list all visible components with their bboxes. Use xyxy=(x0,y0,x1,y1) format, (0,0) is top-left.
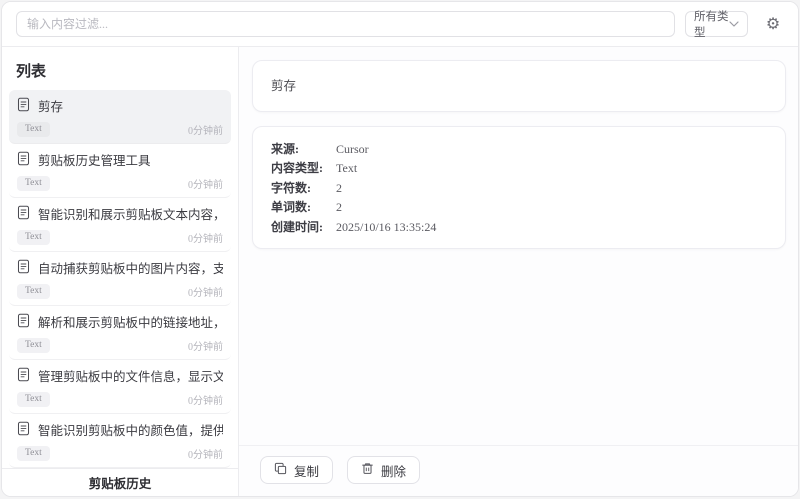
list-item-meta: Text 0分钟前 xyxy=(17,446,223,461)
list-item-meta: Text 0分钟前 xyxy=(17,338,223,353)
content-preview-text: 剪存 xyxy=(271,79,297,93)
document-icon xyxy=(17,97,30,117)
meta-value: 2 xyxy=(336,200,342,214)
clipboard-list: 剪存 Text 0分钟前 剪贴板历史管理工具 Text 0分钟前 智能识别和展示… xyxy=(2,90,238,468)
list-item-header: 剪存 xyxy=(17,97,223,117)
list-item[interactable]: 智能识别和展示剪贴板文本内容，支持… Text 0分钟前 xyxy=(9,198,231,252)
app-body: 列表 剪存 Text 0分钟前 剪贴板历史管理工具 Text 0分钟前 智能识别… xyxy=(2,47,798,496)
meta-row: 创建时间: 2025/10/16 13:35:24 xyxy=(271,218,767,236)
type-badge: Text xyxy=(17,392,50,407)
trash-icon xyxy=(361,462,374,479)
list-item-meta: Text 0分钟前 xyxy=(17,392,223,407)
list-item-meta: Text 0分钟前 xyxy=(17,230,223,245)
list-item-header: 解析和展示剪贴板中的链接地址，自动… xyxy=(17,313,223,333)
type-badge: Text xyxy=(17,176,50,191)
clipboard-manager-window: 所有类型 ⚙ 列表 剪存 Text 0分钟前 xyxy=(1,1,799,497)
document-icon xyxy=(17,151,30,171)
list-item-header: 管理剪贴板中的文件信息，显示文件大… xyxy=(17,367,223,387)
type-badge: Text xyxy=(17,284,50,299)
list-item[interactable]: 管理剪贴板中的文件信息，显示文件大… Text 0分钟前 xyxy=(9,360,231,414)
detail-panel: 剪存 来源: Cursor 内容类型: Text 字符数: 2 单词数: 2 创… xyxy=(239,47,798,496)
document-icon xyxy=(17,313,30,333)
sidebar-title: 列表 xyxy=(16,64,47,80)
item-time: 0分钟前 xyxy=(188,234,223,245)
copy-button-label: 复制 xyxy=(294,464,320,479)
meta-row: 内容类型: Text xyxy=(271,159,767,177)
type-badge: Text xyxy=(17,122,50,137)
meta-label: 创建时间: xyxy=(271,219,323,234)
list-item[interactable]: 剪贴板历史管理工具 Text 0分钟前 xyxy=(9,144,231,198)
meta-label: 单词数: xyxy=(271,200,311,214)
type-filter-select[interactable]: 所有类型 xyxy=(685,11,748,39)
sidebar: 列表 剪存 Text 0分钟前 剪贴板历史管理工具 Text 0分钟前 智能识别… xyxy=(2,47,239,496)
delete-button[interactable]: 删除 xyxy=(347,456,421,484)
type-badge: Text xyxy=(17,230,50,245)
chevron-down-icon xyxy=(729,18,739,30)
meta-label: 内容类型: xyxy=(271,161,323,175)
list-item[interactable]: 剪存 Text 0分钟前 xyxy=(9,90,231,144)
list-item-meta: Text 0分钟前 xyxy=(17,176,223,191)
list-item-header: 自动捕获剪贴板中的图片内容，支持预… xyxy=(17,259,223,279)
type-badge: Text xyxy=(17,446,50,461)
document-icon xyxy=(17,259,30,279)
item-time: 0分钟前 xyxy=(188,180,223,191)
document-icon xyxy=(17,205,30,225)
type-filter-value: 所有类型 xyxy=(694,11,729,39)
item-time: 0分钟前 xyxy=(188,342,223,353)
list-item-header: 智能识别和展示剪贴板文本内容，支持… xyxy=(17,205,223,225)
meta-value: Cursor xyxy=(336,141,369,156)
sidebar-footer-label: 剪贴板历史 xyxy=(88,477,152,491)
sidebar-footer: 剪贴板历史 xyxy=(2,468,238,496)
document-icon xyxy=(17,421,30,441)
type-badge: Text xyxy=(17,338,50,353)
meta-value: 2 xyxy=(336,180,342,195)
meta-value: Text xyxy=(336,161,358,175)
gear-icon: ⚙ xyxy=(765,16,781,33)
metadata-card: 来源: Cursor 内容类型: Text 字符数: 2 单词数: 2 创建时间… xyxy=(252,126,786,249)
meta-label: 字符数: xyxy=(271,180,311,195)
copy-button[interactable]: 复制 xyxy=(260,456,334,484)
item-title: 剪存 xyxy=(38,100,64,114)
settings-button[interactable]: ⚙ xyxy=(758,9,788,39)
item-time: 0分钟前 xyxy=(188,126,223,137)
list-item[interactable]: 智能识别剪贴板中的颜色值，提供可视… Text 0分钟前 xyxy=(9,414,231,468)
copy-icon xyxy=(274,462,287,479)
item-title: 自动捕获剪贴板中的图片内容，支持预… xyxy=(38,262,223,276)
detail-scroll-area: 剪存 来源: Cursor 内容类型: Text 字符数: 2 单词数: 2 创… xyxy=(239,47,798,445)
item-title: 剪贴板历史管理工具 xyxy=(38,154,151,168)
item-title: 智能识别和展示剪贴板文本内容，支持… xyxy=(38,208,223,222)
meta-row: 来源: Cursor xyxy=(271,140,767,158)
meta-value: 2025/10/16 13:35:24 xyxy=(336,219,437,234)
meta-label: 来源: xyxy=(271,141,299,156)
topbar: 所有类型 ⚙ xyxy=(2,2,798,47)
list-item-meta: Text 0分钟前 xyxy=(17,284,223,299)
actions-bar: 复制 删除 xyxy=(239,445,798,496)
list-item-header: 智能识别剪贴板中的颜色值，提供可视… xyxy=(17,421,223,441)
content-preview-card: 剪存 xyxy=(252,60,786,112)
item-time: 0分钟前 xyxy=(188,396,223,407)
filter-input[interactable] xyxy=(16,11,675,37)
list-item-header: 剪贴板历史管理工具 xyxy=(17,151,223,171)
list-item-meta: Text 0分钟前 xyxy=(17,122,223,137)
item-time: 0分钟前 xyxy=(188,288,223,299)
item-time: 0分钟前 xyxy=(188,450,223,461)
item-title: 管理剪贴板中的文件信息，显示文件大… xyxy=(38,370,223,384)
item-title: 解析和展示剪贴板中的链接地址，自动… xyxy=(38,316,223,330)
meta-row: 单词数: 2 xyxy=(271,198,767,216)
delete-button-label: 删除 xyxy=(381,464,407,479)
document-icon xyxy=(17,367,30,387)
list-item[interactable]: 解析和展示剪贴板中的链接地址，自动… Text 0分钟前 xyxy=(9,306,231,360)
list-item[interactable]: 自动捕获剪贴板中的图片内容，支持预… Text 0分钟前 xyxy=(9,252,231,306)
meta-row: 字符数: 2 xyxy=(271,179,767,197)
item-title: 智能识别剪贴板中的颜色值，提供可视… xyxy=(38,424,223,438)
